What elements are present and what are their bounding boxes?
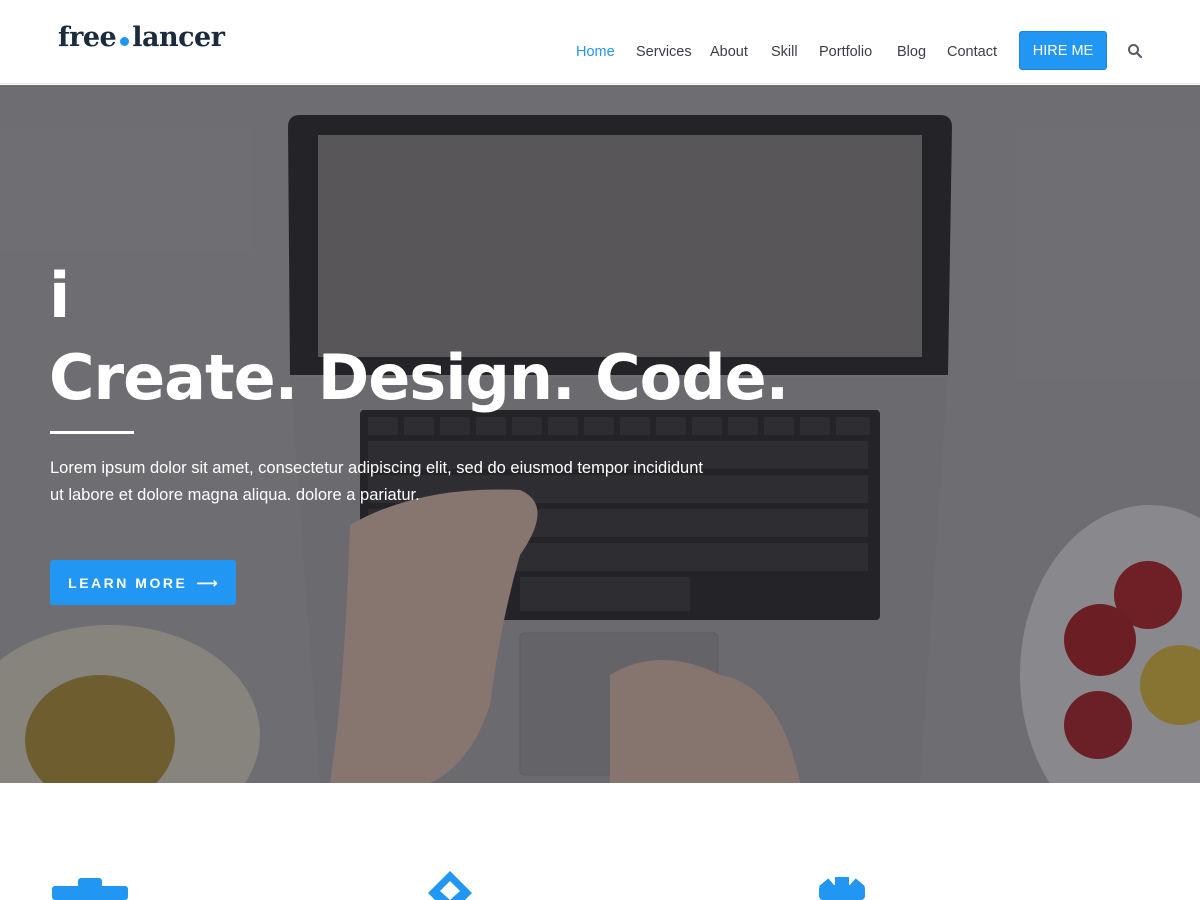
briefcase-icon: [52, 878, 128, 900]
gear-icon: [819, 877, 865, 900]
nav-item-contact[interactable]: Contact: [947, 44, 997, 60]
site-header: free lancer Home Services About Skill Por…: [0, 0, 1200, 84]
nav-item-services[interactable]: Services: [636, 44, 692, 60]
hero-line-i: i: [49, 259, 71, 332]
hero-section: i Create. Design. Code. Lorem ipsum dolo…: [0, 85, 1200, 783]
arrow-right-icon: ⟶: [196, 574, 218, 592]
learn-more-button[interactable]: LEARN MORE ⟶: [50, 560, 236, 605]
hero-title: Create. Design. Code.: [49, 341, 789, 414]
nav-item-skill[interactable]: Skill: [771, 44, 798, 60]
diamond-icon: [428, 871, 472, 900]
hero-overlay: [0, 85, 1200, 783]
search-icon[interactable]: [1127, 43, 1143, 59]
learn-more-label: LEARN MORE: [68, 574, 188, 591]
features-section: [0, 783, 1200, 900]
hero-description: Lorem ipsum dolor sit amet, consectetur …: [50, 459, 703, 504]
nav-item-home[interactable]: Home: [576, 44, 615, 60]
nav-item-about[interactable]: About: [710, 44, 748, 60]
hero-divider: [50, 431, 134, 434]
hire-me-button[interactable]: HIRE ME: [1019, 31, 1107, 70]
nav-item-blog[interactable]: Blog: [897, 44, 926, 60]
nav-item-portfolio[interactable]: Portfolio: [819, 44, 872, 60]
